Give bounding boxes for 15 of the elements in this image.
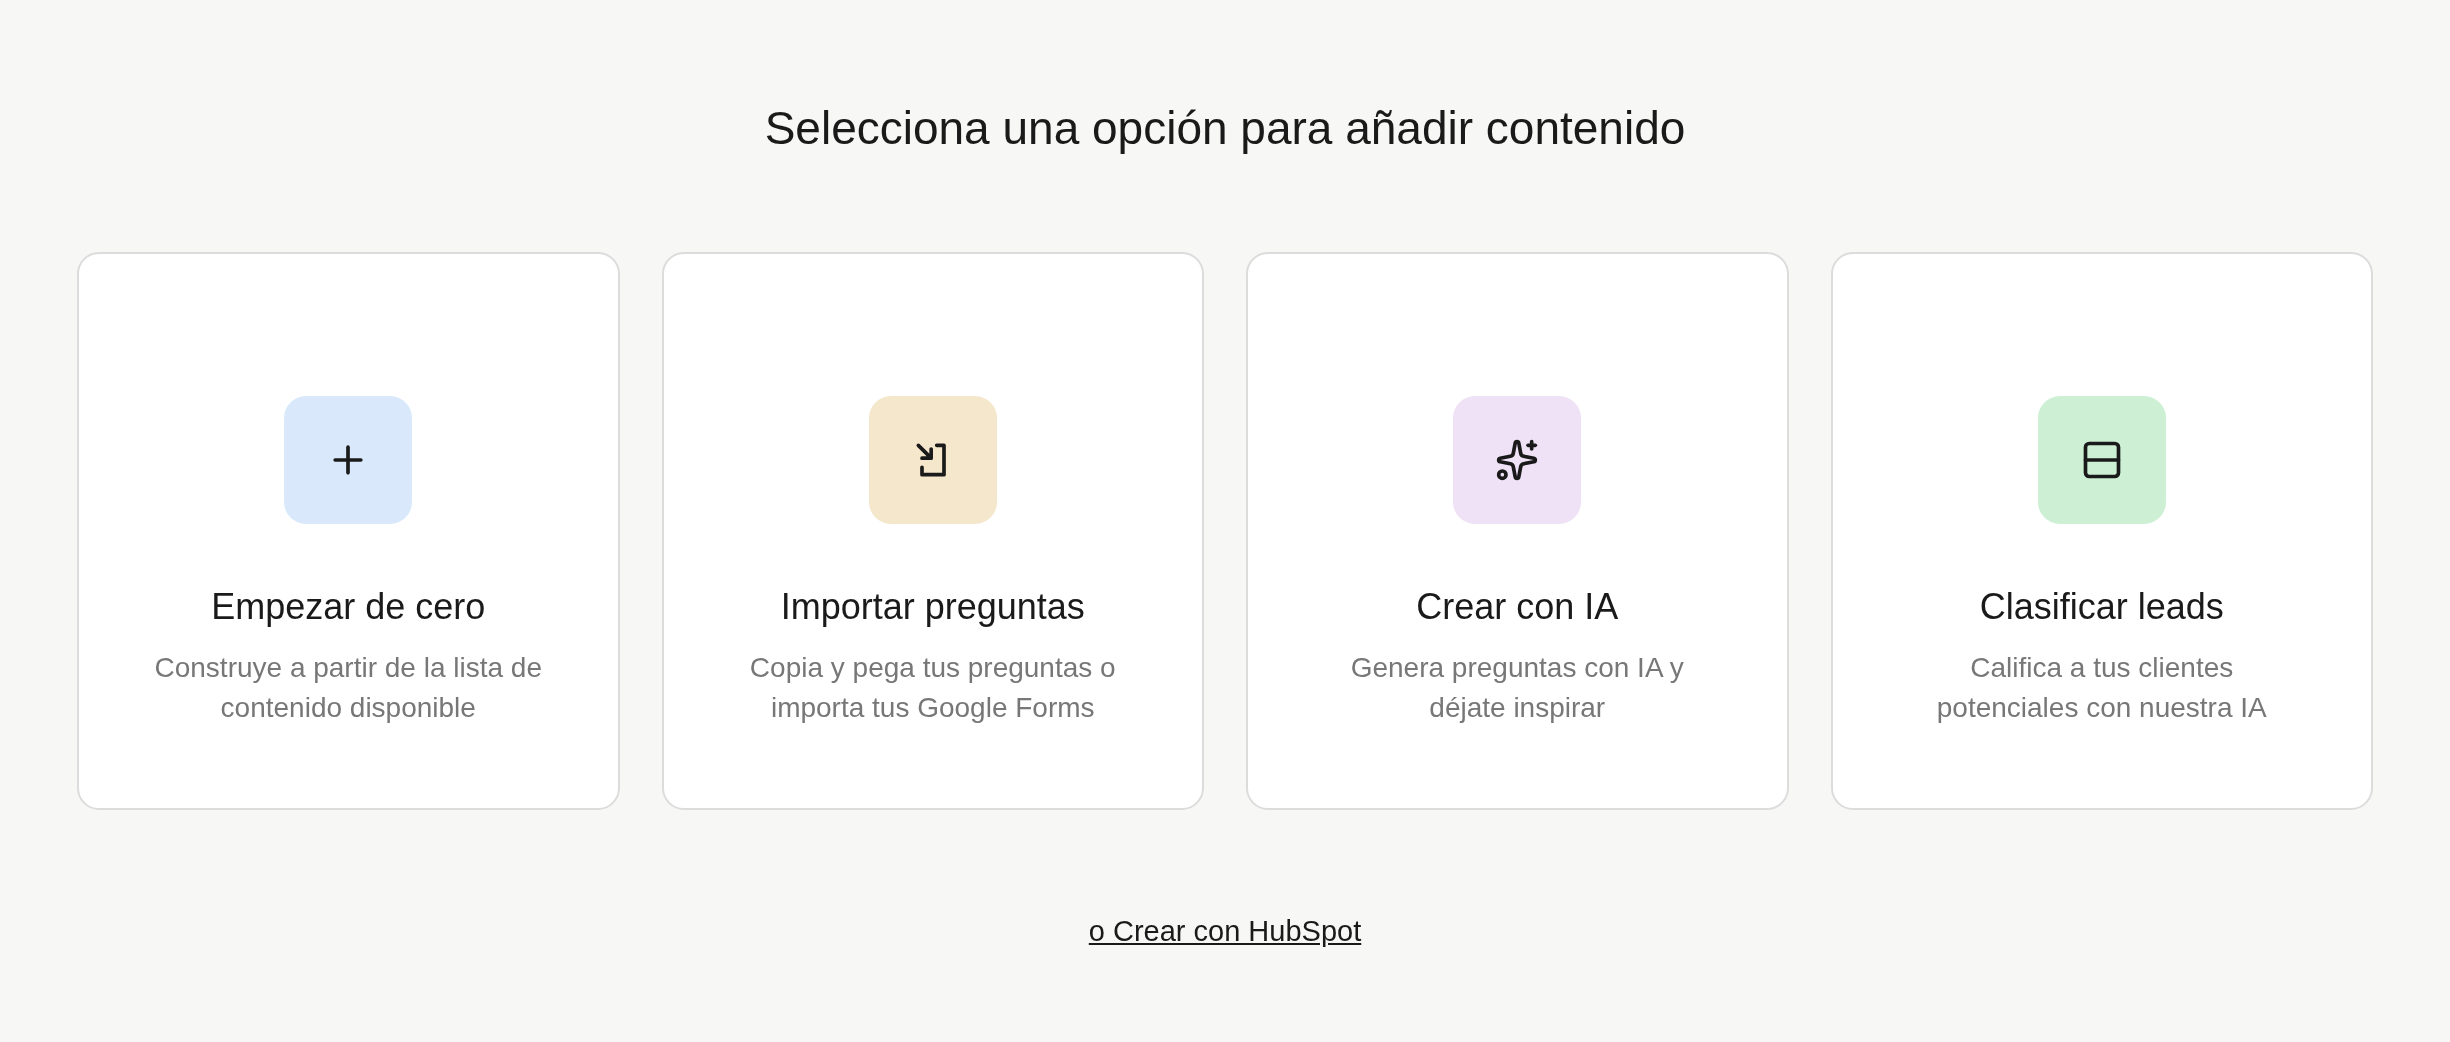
option-card[interactable]: Empezar de cero Construye a partir de la lista de contenido disponible — [77, 252, 620, 810]
card-description: Genera preguntas con IA y déjate inspirar — [1349, 651, 1685, 725]
card-title: Empezar de cero — [211, 585, 486, 629]
sparkles-icon — [1495, 438, 1540, 482]
card-title: Importar preguntas — [780, 585, 1085, 629]
card-description: Copia y pega tus preguntas o importa tus Google Forms — [748, 651, 1117, 725]
option-card[interactable]: Importar preguntas Copia y pega tus preguntas o importa tus Google Forms — [661, 252, 1204, 810]
card-title: Clasificar leads — [1979, 585, 2224, 629]
card-description: Califica a tus clientes potenciales con nuestra IA — [1935, 651, 2268, 725]
page-heading: Selecciona una opción para añadir contenido — [764, 101, 1686, 156]
card-title: Crear con IA — [1416, 585, 1619, 629]
option-card[interactable]: Clasificar leads Califica a tus clientes potenciales con nuestra IA — [1830, 252, 2373, 810]
card-description: Construye a partir de la lista de contenido disponible — [153, 651, 543, 725]
hubspot-link[interactable]: o Crear con HubSpot — [1088, 910, 1362, 954]
option-card[interactable]: Crear con IA Genera preguntas con IA y déjate inspirar — [1246, 252, 1789, 810]
